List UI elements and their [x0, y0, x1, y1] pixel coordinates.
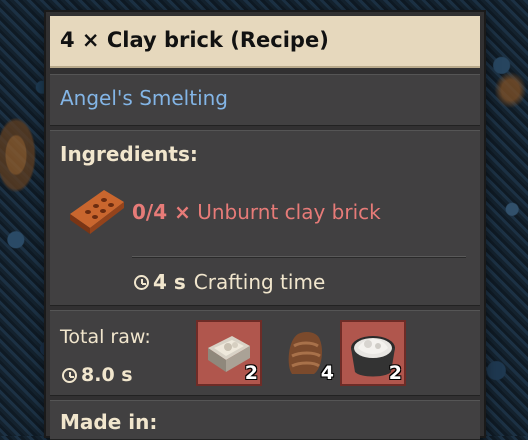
mod-name: Angel's Smelting	[60, 86, 228, 110]
tooltip-title-bar: 4 × Clay brick (Recipe)	[50, 16, 480, 68]
raw-item-count: 2	[388, 362, 402, 384]
raw-item-slot: 2	[196, 320, 262, 386]
made-in-section: Made in:	[50, 400, 480, 440]
ingredient-count: 0/4 ×	[132, 200, 191, 224]
ingredient-row: 0/4 × Unburnt clay brick	[132, 200, 381, 224]
recipe-title: 4 × Clay brick (Recipe)	[60, 28, 329, 52]
map-ore-patch	[0, 110, 40, 200]
divider	[132, 256, 466, 257]
total-raw-time: 8.0 s	[62, 364, 133, 386]
recipe-tooltip: 4 × Clay brick (Recipe) Angel's Smelting…	[46, 12, 484, 440]
raw-item-count: 4	[320, 362, 334, 384]
raw-item-count: 2	[244, 362, 258, 384]
ingredients-section: Ingredients: 0/4 × Unburnt clay brick 4 …	[50, 130, 480, 306]
crafting-time: 4 s Crafting time	[134, 270, 325, 294]
raw-item-slot: 2	[340, 320, 406, 386]
unburnt-clay-brick-icon	[70, 190, 124, 234]
total-raw-heading: Total raw:	[60, 326, 151, 348]
total-raw-section: Total raw: 8.0 s 2 4 2	[50, 310, 480, 396]
crafting-time-value: 4 s	[153, 270, 186, 294]
crafting-time-label: Crafting time	[193, 270, 326, 294]
ingredient-name: Unburnt clay brick	[197, 200, 381, 224]
mod-section: Angel's Smelting	[50, 74, 480, 126]
made-in-heading: Made in:	[60, 410, 158, 434]
clock-icon	[62, 367, 77, 383]
raw-item-slot: 4	[272, 320, 338, 386]
map-ore-patch	[484, 60, 528, 120]
total-raw-time-value: 8.0 s	[81, 364, 133, 386]
ingredients-heading: Ingredients:	[60, 142, 198, 166]
clock-icon	[134, 274, 149, 290]
